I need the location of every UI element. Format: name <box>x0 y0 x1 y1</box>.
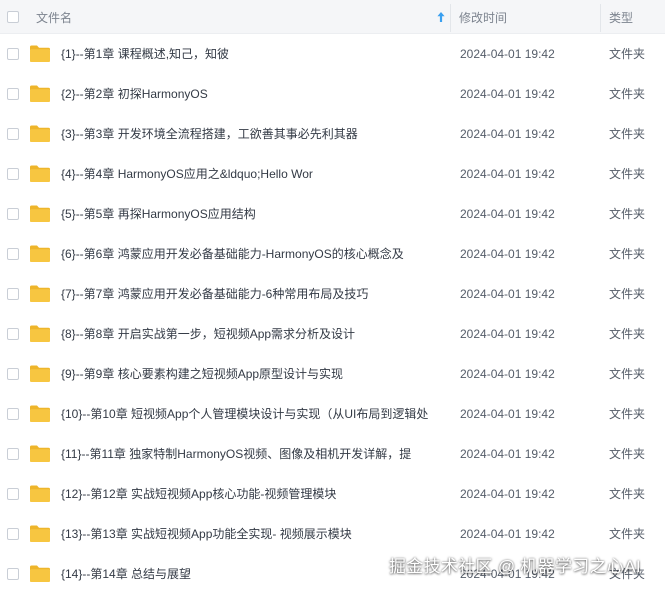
row-checkbox[interactable] <box>7 328 19 340</box>
file-name[interactable]: {3}--第3章 开发环境全流程搭建，工欲善其事必先利其器 <box>61 126 441 142</box>
file-type: 文件夹 <box>609 87 646 101</box>
folder-icon <box>30 485 50 502</box>
file-name[interactable]: {14}--第14章 总结与展望 <box>61 566 441 582</box>
file-name[interactable]: {10}--第10章 短视频App个人管理模块设计与实现（从UI布局到逻辑处 <box>61 406 441 422</box>
row-checkbox[interactable] <box>7 408 19 420</box>
column-header-modified[interactable]: 修改时间 <box>459 10 507 26</box>
row-checkbox[interactable] <box>7 368 19 380</box>
file-type: 文件夹 <box>609 167 646 181</box>
sort-ascending-arrow-icon[interactable] <box>436 11 446 23</box>
file-name[interactable]: {13}--第13章 实战短视频App功能全实现- 视频展示模块 <box>61 526 441 542</box>
modified-time: 2024-04-01 19:42 <box>460 327 555 341</box>
file-type: 文件夹 <box>609 407 646 421</box>
column-header-name[interactable]: 文件名 <box>36 10 72 26</box>
row-checkbox[interactable] <box>7 208 19 220</box>
table-row[interactable]: {6}--第6章 鸿蒙应用开发必备基础能力-HarmonyOS的核心概念及 202… <box>0 234 665 274</box>
file-type: 文件夹 <box>609 207 646 221</box>
file-name[interactable]: {11}--第11章 独家特制HarmonyOS视频、图像及相机开发详解，提 <box>61 446 441 462</box>
file-name[interactable]: {5}--第5章 再探HarmonyOS应用结构 <box>61 206 441 222</box>
file-type: 文件夹 <box>609 127 646 141</box>
folder-icon <box>30 565 50 582</box>
modified-time: 2024-04-01 19:42 <box>460 367 555 381</box>
table-row[interactable]: {13}--第13章 实战短视频App功能全实现- 视频展示模块 2024-04-… <box>0 514 665 554</box>
file-type: 文件夹 <box>609 47 646 61</box>
column-divider[interactable] <box>600 4 601 32</box>
table-row[interactable]: {11}--第11章 独家特制HarmonyOS视频、图像及相机开发详解，提 20… <box>0 434 665 474</box>
modified-time: 2024-04-01 19:42 <box>460 487 555 501</box>
file-type: 文件夹 <box>609 247 646 261</box>
file-type: 文件夹 <box>609 447 646 461</box>
table-row[interactable]: {8}--第8章 开启实战第一步，短视频App需求分析及设计 2024-04-01… <box>0 314 665 354</box>
folder-icon <box>30 85 50 102</box>
file-name[interactable]: {7}--第7章 鸿蒙应用开发必备基础能力-6种常用布局及技巧 <box>61 286 441 302</box>
row-checkbox[interactable] <box>7 448 19 460</box>
file-name[interactable]: {1}--第1章 课程概述,知己，知彼 <box>61 46 441 62</box>
modified-time: 2024-04-01 19:42 <box>460 407 555 421</box>
row-checkbox[interactable] <box>7 168 19 180</box>
row-checkbox[interactable] <box>7 528 19 540</box>
row-checkbox[interactable] <box>7 128 19 140</box>
table-row[interactable]: {2}--第2章 初探HarmonyOS 2024-04-01 19:42 文件夹 <box>0 74 665 114</box>
modified-time: 2024-04-01 19:42 <box>460 47 555 61</box>
row-checkbox[interactable] <box>7 288 19 300</box>
list-header: 文件名 修改时间 类型 <box>0 0 665 34</box>
table-row[interactable]: {5}--第5章 再探HarmonyOS应用结构 2024-04-01 19:42… <box>0 194 665 234</box>
modified-time: 2024-04-01 19:42 <box>460 447 555 461</box>
folder-icon <box>30 285 50 302</box>
table-row[interactable]: {1}--第1章 课程概述,知己，知彼 2024-04-01 19:42 文件夹 <box>0 34 665 74</box>
file-type: 文件夹 <box>609 367 646 381</box>
file-type: 文件夹 <box>609 327 646 341</box>
select-all-checkbox[interactable] <box>7 11 19 23</box>
modified-time: 2024-04-01 19:42 <box>460 247 555 261</box>
modified-time: 2024-04-01 19:42 <box>460 167 555 181</box>
folder-icon <box>30 245 50 262</box>
modified-time: 2024-04-01 19:42 <box>460 87 555 101</box>
file-list: 文件名 修改时间 类型 {1}--第1章 课程概述,知己，知彼 2024-04-0… <box>0 0 665 593</box>
table-row[interactable]: {10}--第10章 短视频App个人管理模块设计与实现（从UI布局到逻辑处 20… <box>0 394 665 434</box>
modified-time: 2024-04-01 19:42 <box>460 527 555 541</box>
folder-icon <box>30 325 50 342</box>
modified-time: 2024-04-01 19:42 <box>460 287 555 301</box>
row-checkbox[interactable] <box>7 88 19 100</box>
column-header-type[interactable]: 类型 <box>609 10 633 26</box>
table-row[interactable]: {7}--第7章 鸿蒙应用开发必备基础能力-6种常用布局及技巧 2024-04-0… <box>0 274 665 314</box>
folder-icon <box>30 205 50 222</box>
row-checkbox[interactable] <box>7 488 19 500</box>
folder-icon <box>30 525 50 542</box>
file-name[interactable]: {6}--第6章 鸿蒙应用开发必备基础能力-HarmonyOS的核心概念及 <box>61 246 441 262</box>
table-row[interactable]: {4}--第4章 HarmonyOS应用之&ldquo;Hello Wor 202… <box>0 154 665 194</box>
folder-icon <box>30 365 50 382</box>
folder-icon <box>30 405 50 422</box>
row-checkbox[interactable] <box>7 48 19 60</box>
table-row[interactable]: {3}--第3章 开发环境全流程搭建，工欲善其事必先利其器 2024-04-01 … <box>0 114 665 154</box>
file-name[interactable]: {12}--第12章 实战短视频App核心功能-视频管理模块 <box>61 486 441 502</box>
file-name[interactable]: {4}--第4章 HarmonyOS应用之&ldquo;Hello Wor <box>61 166 441 182</box>
file-type: 文件夹 <box>609 287 646 301</box>
file-name[interactable]: {2}--第2章 初探HarmonyOS <box>61 86 441 102</box>
row-checkbox[interactable] <box>7 568 19 580</box>
folder-icon <box>30 125 50 142</box>
watermark-text: 掘金技术社区 @ 机器学习之心AI <box>389 557 641 576</box>
table-row[interactable]: {9}--第9章 核心要素构建之短视频App原型设计与实现 2024-04-01 … <box>0 354 665 394</box>
file-type: 文件夹 <box>609 487 646 501</box>
file-type: 文件夹 <box>609 527 646 541</box>
folder-icon <box>30 45 50 62</box>
table-row[interactable]: {12}--第12章 实战短视频App核心功能-视频管理模块 2024-04-01… <box>0 474 665 514</box>
modified-time: 2024-04-01 19:42 <box>460 207 555 221</box>
column-divider[interactable] <box>450 4 451 32</box>
file-name[interactable]: {8}--第8章 开启实战第一步，短视频App需求分析及设计 <box>61 326 441 342</box>
row-checkbox[interactable] <box>7 248 19 260</box>
modified-time: 2024-04-01 19:42 <box>460 127 555 141</box>
folder-icon <box>30 445 50 462</box>
folder-icon <box>30 165 50 182</box>
file-name[interactable]: {9}--第9章 核心要素构建之短视频App原型设计与实现 <box>61 366 441 382</box>
